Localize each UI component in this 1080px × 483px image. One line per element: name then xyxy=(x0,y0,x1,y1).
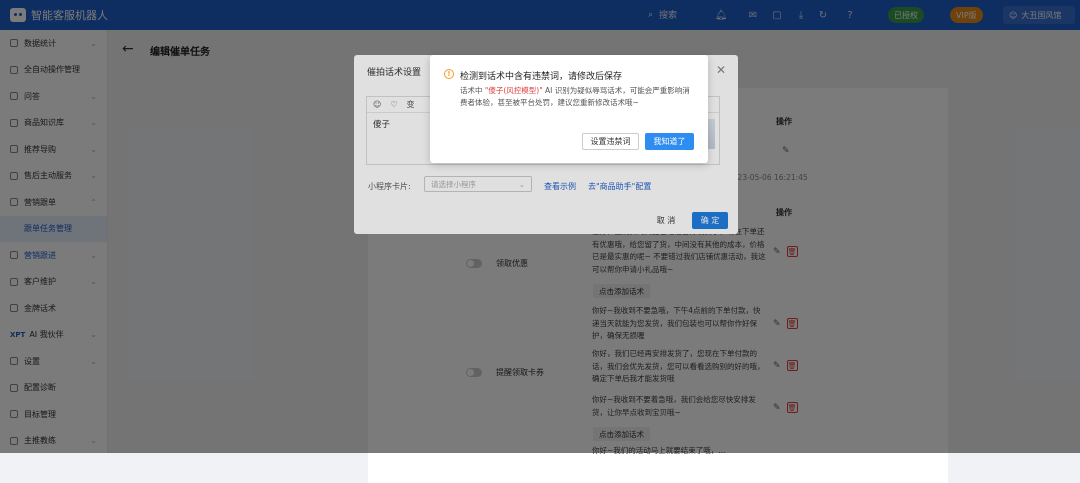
alert-message: 话术中 "傻子(风控模型)" AI 识别为疑似辱骂话术，可能会严重影响消费者体验… xyxy=(460,85,696,109)
prohibited-word-alert: ! 检测到话术中含有违禁词，请修改后保存 话术中 "傻子(风控模型)" AI 识… xyxy=(430,55,708,163)
warning-icon: ! xyxy=(444,69,454,79)
acknowledge-button[interactable]: 我知道了 xyxy=(645,133,694,150)
set-prohibited-words-button[interactable]: 设置违禁词 xyxy=(582,133,639,150)
alert-title: 检测到话术中含有违禁词，请修改后保存 xyxy=(460,72,623,82)
prohibited-word: "傻子(风控模型)" xyxy=(484,86,543,95)
alert-message-prefix: 话术中 xyxy=(460,86,485,95)
